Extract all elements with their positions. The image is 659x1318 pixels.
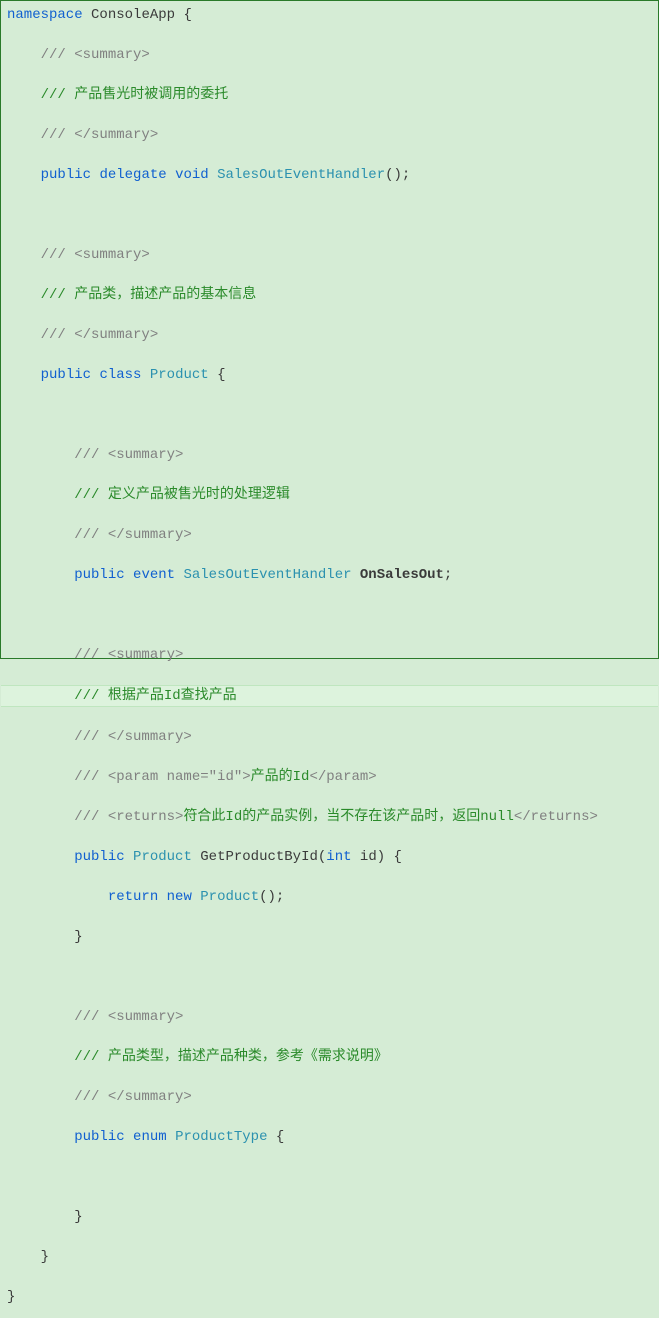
xml-doc-tag: /// </summary> xyxy=(74,1089,192,1105)
xml-doc-tag: /// </summary> xyxy=(74,527,192,543)
close-brace: } xyxy=(7,1289,15,1305)
xml-doc-param-text: 产品的Id xyxy=(251,769,310,785)
close-brace: } xyxy=(74,929,82,945)
xml-doc-tag: /// <summary> xyxy=(74,647,183,663)
new-type: Product xyxy=(200,889,259,905)
keyword-return: return xyxy=(108,889,158,905)
namespace-name: ConsoleApp xyxy=(91,7,175,23)
method-name: GetProductById xyxy=(200,849,318,865)
param-id: id xyxy=(360,849,377,865)
xml-doc-returns-close: </returns> xyxy=(514,809,598,825)
keyword-class: class xyxy=(99,367,141,383)
enum-name: ProductType xyxy=(175,1129,267,1145)
xml-doc-tag: /// <summary> xyxy=(41,247,150,263)
event-name: OnSalesOut xyxy=(360,567,444,583)
close-brace: } xyxy=(74,1209,82,1225)
code-block: namespace ConsoleApp { /// <summary> ///… xyxy=(1,5,658,1318)
delegate-type: SalesOutEventHandler xyxy=(217,167,385,183)
class-name: Product xyxy=(150,367,209,383)
xml-doc-tag: /// <summary> xyxy=(41,47,150,63)
xml-doc-text: /// 产品类，描述产品的基本信息 xyxy=(41,287,257,303)
keyword-int: int xyxy=(326,849,351,865)
xml-doc-tag: /// <summary> xyxy=(74,447,183,463)
xml-doc-tag: /// </summary> xyxy=(41,327,159,343)
keyword-delegate: delegate xyxy=(99,167,166,183)
xml-doc-returns-text: 符合此Id的产品实例，当不存在该产品时，返回null xyxy=(183,809,513,825)
xml-doc-text: /// 产品类型，描述产品种类，参考《需求说明》 xyxy=(74,1049,388,1065)
xml-doc-tag: /// </summary> xyxy=(41,127,159,143)
keyword-public: public xyxy=(41,367,91,383)
keyword-namespace: namespace xyxy=(7,7,83,23)
keyword-enum: enum xyxy=(133,1129,167,1145)
keyword-new: new xyxy=(167,889,192,905)
xml-doc-param-tag: /// <param name="id"> xyxy=(74,769,250,785)
keyword-public: public xyxy=(74,849,124,865)
xml-doc-returns-tag: /// <returns> xyxy=(74,809,183,825)
keyword-void: void xyxy=(175,167,209,183)
keyword-public: public xyxy=(41,167,91,183)
event-type: SalesOutEventHandler xyxy=(183,567,351,583)
xml-doc-text: /// 产品售光时被调用的委托 xyxy=(41,87,229,103)
xml-doc-param-close: </param> xyxy=(309,769,376,785)
keyword-public: public xyxy=(74,1129,124,1145)
keyword-event: event xyxy=(133,567,175,583)
xml-doc-text: /// 根据产品Id查找产品 xyxy=(74,688,236,704)
xml-doc-tag: /// <summary> xyxy=(74,1009,183,1025)
close-brace: } xyxy=(41,1249,49,1265)
keyword-public: public xyxy=(74,567,124,583)
xml-doc-text: /// 定义产品被售光时的处理逻辑 xyxy=(74,487,290,503)
xml-doc-tag: /// </summary> xyxy=(74,729,192,745)
return-type: Product xyxy=(133,849,192,865)
